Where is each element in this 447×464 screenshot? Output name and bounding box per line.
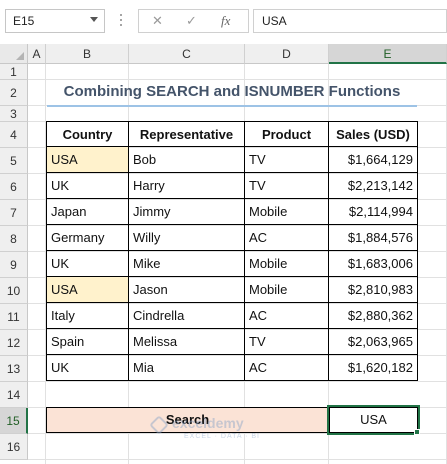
row-header-13[interactable]: 13 [0, 356, 28, 382]
watermark-name: exceldemy [172, 415, 244, 431]
row-header-3[interactable]: 3 [0, 106, 28, 122]
exceldemy-logo-icon [149, 415, 169, 435]
product-cell[interactable]: AC [245, 355, 329, 381]
row-header-16[interactable]: 16 [0, 434, 28, 460]
sales-cell[interactable]: $1,620,182 [329, 355, 418, 381]
row-gridline [28, 381, 447, 382]
active-cell-border [327, 405, 420, 435]
product-cell[interactable]: Mobile [245, 251, 329, 277]
sales-cell[interactable]: $2,213,142 [329, 173, 418, 199]
more-options-icon[interactable] [118, 14, 124, 28]
row-header-10[interactable]: 10 [0, 278, 28, 304]
row-header-12[interactable]: 12 [0, 330, 28, 356]
sales-cell[interactable]: $2,880,362 [329, 303, 418, 329]
header-country[interactable]: Country [46, 121, 129, 147]
country-cell[interactable]: UK [46, 173, 129, 199]
row-header-8[interactable]: 8 [0, 226, 28, 252]
representative-cell[interactable]: Willy [129, 225, 245, 251]
representative-cell[interactable]: Mia [129, 355, 245, 381]
representative-cell[interactable]: Cindrella [129, 303, 245, 329]
header-representative[interactable]: Representative [129, 121, 245, 147]
row-header-14[interactable]: 14 [0, 382, 28, 408]
row-header-5[interactable]: 5 [0, 148, 28, 174]
sales-cell[interactable]: $1,884,576 [329, 225, 418, 251]
product-cell[interactable]: AC [245, 225, 329, 251]
formula-input[interactable]: USA [253, 9, 447, 33]
representative-cell[interactable]: Jason [129, 277, 245, 303]
enter-icon[interactable]: ✓ [186, 13, 197, 29]
column-header-d[interactable]: D [245, 44, 329, 64]
title-underline [47, 105, 417, 107]
header-product[interactable]: Product [245, 121, 329, 147]
product-cell[interactable]: AC [245, 303, 329, 329]
sales-cell[interactable]: $1,664,129 [329, 147, 418, 173]
country-cell[interactable]: USA [46, 147, 129, 173]
country-cell[interactable]: UK [46, 251, 129, 277]
row-header-4[interactable]: 4 [0, 122, 28, 148]
sales-cell[interactable]: $2,063,965 [329, 329, 418, 355]
row-header-2[interactable]: 2 [0, 80, 28, 106]
sales-cell[interactable]: $2,810,983 [329, 277, 418, 303]
row-header-7[interactable]: 7 [0, 200, 28, 226]
product-cell[interactable]: TV [245, 173, 329, 199]
row-header-6[interactable]: 6 [0, 174, 28, 200]
sales-cell[interactable]: $1,683,006 [329, 251, 418, 277]
country-cell[interactable]: Spain [46, 329, 129, 355]
row-header-15[interactable]: 15 [0, 408, 28, 434]
row-header-1[interactable]: 1 [0, 64, 28, 80]
chevron-down-icon[interactable] [90, 17, 98, 22]
row-header-9[interactable]: 9 [0, 252, 28, 278]
country-cell[interactable]: Italy [46, 303, 129, 329]
fill-handle[interactable] [414, 429, 420, 435]
product-cell[interactable]: TV [245, 147, 329, 173]
product-cell[interactable]: TV [245, 329, 329, 355]
country-cell[interactable]: Germany [46, 225, 129, 251]
row-header-11[interactable]: 11 [0, 304, 28, 330]
column-header-b[interactable]: B [46, 44, 129, 64]
name-box[interactable]: E15 [5, 9, 105, 33]
column-header-c[interactable]: C [129, 44, 245, 64]
cancel-icon[interactable]: ✕ [152, 13, 163, 29]
country-cell[interactable]: USA [46, 277, 129, 303]
representative-cell[interactable]: Melissa [129, 329, 245, 355]
column-header-e[interactable]: E [329, 44, 447, 64]
formula-text: USA [262, 14, 287, 28]
country-cell[interactable]: UK [46, 355, 129, 381]
insert-function-icon[interactable]: fx [221, 13, 230, 29]
select-all-button[interactable] [0, 44, 28, 64]
representative-cell[interactable]: Jimmy [129, 199, 245, 225]
sales-cell[interactable]: $2,114,994 [329, 199, 418, 225]
formula-buttons: ✕ ✓ fx [138, 9, 249, 33]
formula-bar: E15 ✕ ✓ fx USA [0, 0, 447, 45]
product-cell[interactable]: Mobile [245, 277, 329, 303]
product-cell[interactable]: Mobile [245, 199, 329, 225]
watermark: exceldemy EXCEL · DATA · BI [149, 415, 302, 445]
country-cell[interactable]: Japan [46, 199, 129, 225]
watermark-tagline: EXCEL · DATA · BI [184, 433, 260, 440]
data-table: Country Representative Product Sales (USD) U… [46, 121, 418, 381]
name-box-value: E15 [13, 14, 35, 28]
column-header-a[interactable]: A [28, 44, 46, 64]
sheet-title: Combining SEARCH and ISNUMBER Functions [63, 83, 401, 100]
representative-cell[interactable]: Mike [129, 251, 245, 277]
representative-cell[interactable]: Bob [129, 147, 245, 173]
header-sales[interactable]: Sales (USD) [329, 121, 418, 147]
representative-cell[interactable]: Harry [129, 173, 245, 199]
